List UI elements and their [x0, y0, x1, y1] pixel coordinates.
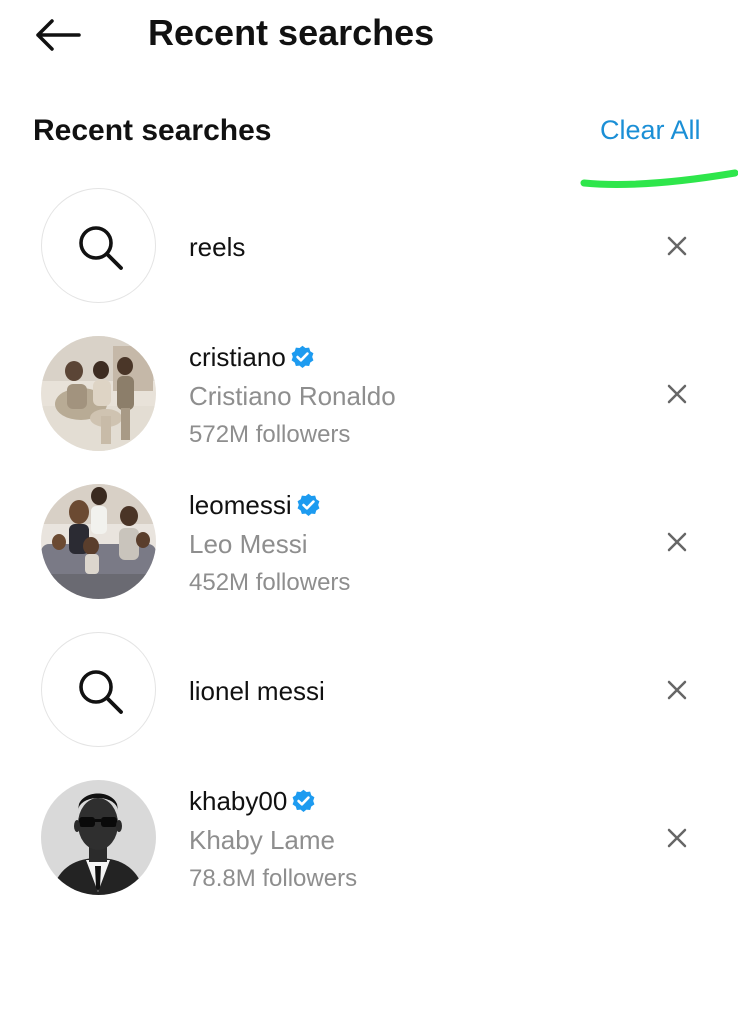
- back-arrow-icon: [36, 19, 81, 51]
- close-icon: [667, 828, 687, 848]
- remove-search-button[interactable]: [664, 529, 690, 555]
- profile-photo-khaby00: [41, 780, 156, 895]
- avatar: [41, 336, 156, 451]
- verified-badge-icon: [291, 345, 314, 368]
- recent-search-row-reels[interactable]: reels: [0, 188, 738, 304]
- recent-search-row-lionel-messi[interactable]: lionel messi: [0, 632, 738, 748]
- recent-search-row-khaby00[interactable]: khaby00 Khaby Lame 78.8M followers: [0, 780, 738, 896]
- close-icon: [667, 680, 687, 700]
- close-icon: [667, 236, 687, 256]
- search-avatar: [41, 188, 156, 303]
- account-username: cristiano: [189, 342, 316, 373]
- follower-count: 452M followers: [189, 569, 351, 596]
- verified-badge-icon: [297, 493, 320, 516]
- username-text: khaby00: [189, 786, 288, 816]
- back-button[interactable]: [30, 14, 84, 56]
- remove-search-button[interactable]: [664, 233, 690, 259]
- search-icon: [79, 670, 123, 714]
- username-text: leomessi: [189, 490, 292, 520]
- verified-badge-icon: [292, 789, 315, 812]
- account-full-name: Khaby Lame: [189, 825, 335, 855]
- account-username: khaby00: [189, 786, 317, 817]
- recent-search-row-leomessi[interactable]: leomessi Leo Messi 452M followers: [0, 484, 738, 600]
- search-icon: [79, 226, 123, 270]
- top-bar: Recent searches: [0, 0, 738, 70]
- account-username: leomessi: [189, 490, 322, 521]
- remove-search-button[interactable]: [664, 381, 690, 407]
- recent-search-row-cristiano[interactable]: cristiano Cristiano Ronaldo 572M followe…: [0, 336, 738, 452]
- username-text: cristiano: [189, 342, 286, 372]
- search-query-text: lionel messi: [189, 676, 325, 706]
- page-title: Recent searches: [148, 12, 435, 53]
- close-icon: [667, 384, 687, 404]
- profile-photo-cristiano: [41, 336, 156, 451]
- follower-count: 78.8M followers: [189, 865, 358, 892]
- account-full-name: Cristiano Ronaldo: [189, 381, 396, 411]
- search-avatar: [41, 632, 156, 747]
- profile-photo-leomessi: [41, 484, 156, 599]
- search-query-text: reels: [189, 232, 246, 262]
- remove-search-button[interactable]: [664, 825, 690, 851]
- avatar: [41, 780, 156, 895]
- clear-all-button[interactable]: Clear All: [600, 115, 701, 146]
- section-heading: Recent searches: [33, 114, 272, 147]
- avatar: [41, 484, 156, 599]
- follower-count: 572M followers: [189, 421, 351, 448]
- close-icon: [667, 532, 687, 552]
- account-full-name: Leo Messi: [189, 529, 308, 559]
- remove-search-button[interactable]: [664, 677, 690, 703]
